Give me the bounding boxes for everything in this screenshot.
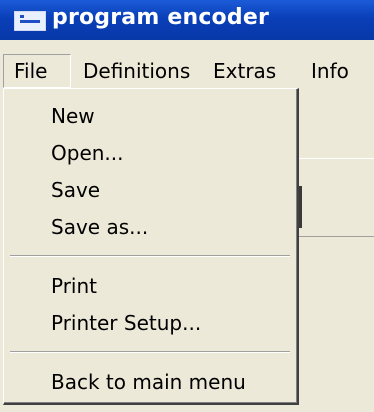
app-window: program encoder File Definitions Extras … xyxy=(0,0,374,412)
file-menu-printer-setup[interactable]: Printer Setup... xyxy=(51,306,201,340)
menu-extras[interactable]: Extras xyxy=(213,55,276,87)
app-icon-mark xyxy=(20,15,24,18)
app-icon[interactable] xyxy=(14,11,46,31)
file-menu-save-as[interactable]: Save as... xyxy=(51,210,148,244)
background-divider-lower xyxy=(290,236,374,237)
title-bar[interactable]: program encoder xyxy=(0,0,374,40)
menu-separator xyxy=(10,351,290,353)
menu-definitions[interactable]: Definitions xyxy=(83,55,190,87)
file-menu-open[interactable]: Open... xyxy=(51,136,124,170)
menu-info[interactable]: Info xyxy=(311,55,349,87)
window-title: program encoder xyxy=(52,5,269,30)
file-menu-back-to-main[interactable]: Back to main menu xyxy=(51,365,246,399)
background-divider xyxy=(290,158,374,159)
file-menu-save[interactable]: Save xyxy=(51,173,100,207)
file-menu-dropdown: New Open... Save Save as... Print Printe… xyxy=(3,88,299,405)
menu-file[interactable]: File xyxy=(3,54,71,88)
menu-separator xyxy=(10,255,290,257)
file-menu-new[interactable]: New xyxy=(51,99,95,133)
file-menu-print[interactable]: Print xyxy=(51,269,97,303)
app-icon-bar xyxy=(20,20,40,23)
